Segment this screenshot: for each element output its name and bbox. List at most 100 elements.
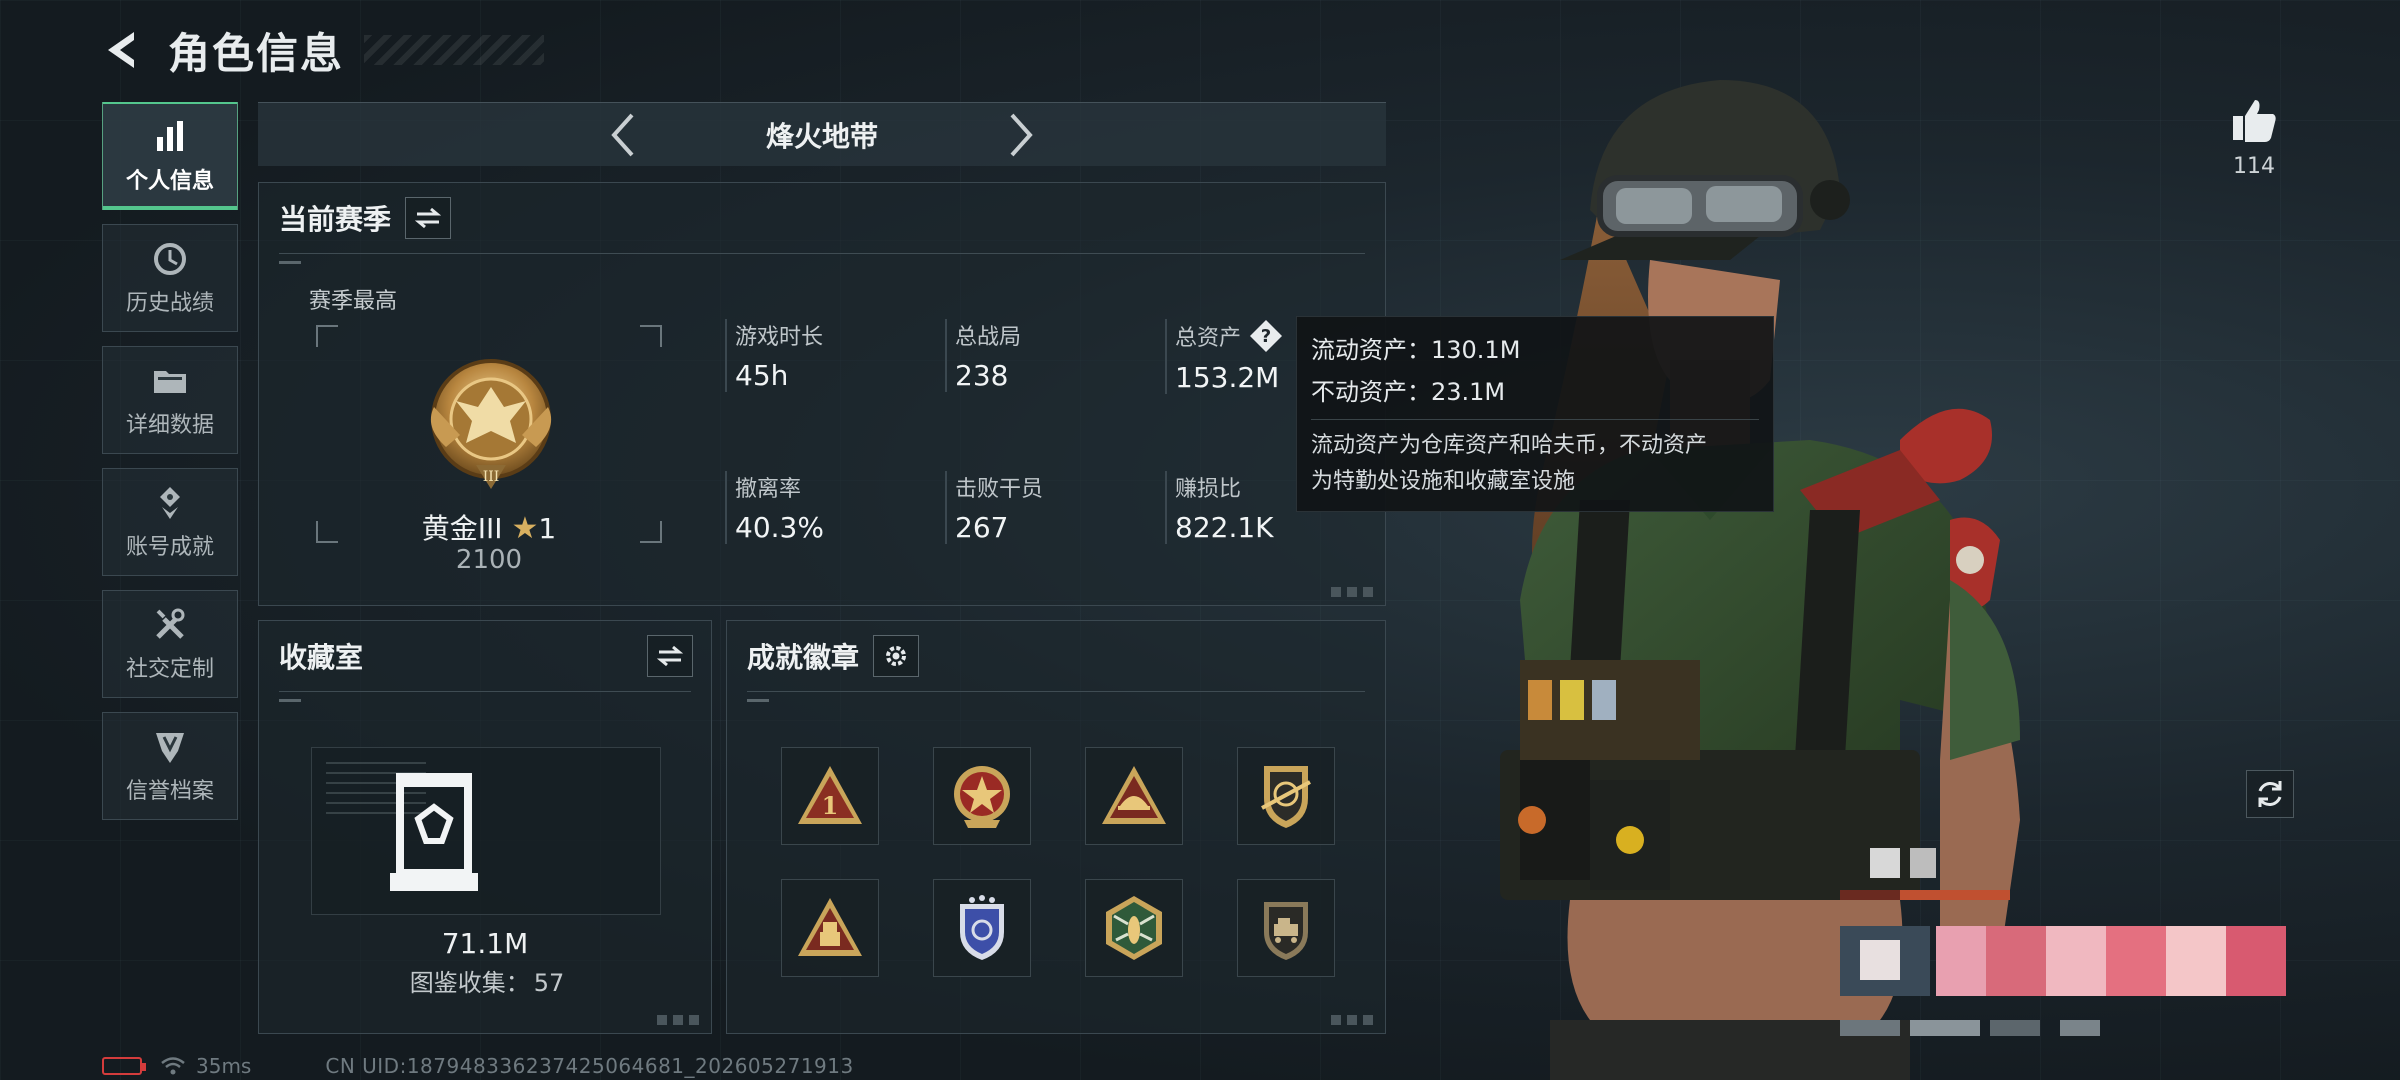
status-bar: 35ms CN UID:18794833623742506468­1_20260… <box>102 1054 854 1078</box>
star-icon: ★ <box>511 511 539 546</box>
collection-preview[interactable] <box>311 747 661 915</box>
rank-display: III 黄金III ★1 2100 <box>314 323 664 575</box>
tools-icon <box>156 608 185 639</box>
corner-decoration <box>657 1015 701 1025</box>
collection-count: 图鉴收集： 57 <box>409 969 565 997</box>
season-switch-button[interactable] <box>405 197 452 239</box>
soldier-badge-icon <box>798 898 862 956</box>
display-case-icon <box>390 773 478 891</box>
divider <box>279 253 1365 254</box>
corner-decoration <box>1331 1015 1375 1025</box>
swap-arrows-icon <box>657 645 683 667</box>
rank-score: 2100 <box>455 545 523 575</box>
achievement-icon <box>160 487 180 519</box>
thumbs-up-icon <box>2233 100 2276 142</box>
divider <box>747 691 1365 692</box>
ping-value: 35ms <box>196 1054 252 1078</box>
tooltip-description-line2: 为特勤处设施和收藏室设施 <box>1311 469 1576 494</box>
like-count: 114 <box>2233 154 2275 179</box>
shield-wings-badge-icon <box>960 895 1004 960</box>
sidebar-nav: 个人信息 历史战绩 详细数据 账号成就 社交定制 信誉档案 <box>102 102 238 834</box>
mode-selector: 烽火地带 <box>258 102 1386 166</box>
sidebar-item-label: 账号成就 <box>125 535 214 560</box>
chevron-left-icon[interactable] <box>604 109 644 161</box>
helmet-badge-icon <box>1102 766 1166 824</box>
stat-play-time: 游戏时长 45h <box>725 319 925 392</box>
assets-tooltip: 流动资产：130.1M 不动资产：23.1M 流动资产为仓库资产和哈夫币，不动资… <box>1296 316 1774 512</box>
title-decoration <box>364 35 545 65</box>
battery-icon <box>102 1057 146 1075</box>
rank-1-badge-icon: 1 <box>798 766 862 824</box>
shield-emblem-icon <box>156 733 184 763</box>
divider-accent <box>279 261 301 264</box>
stat-operators-defeated: 击败干员 267 <box>945 471 1145 544</box>
target-crest-badge-icon <box>1261 766 1311 828</box>
vehicle-badge-icon <box>1264 902 1308 960</box>
sidebar-item-label: 历史战绩 <box>125 291 214 316</box>
stat-total-matches: 总战局 238 <box>945 319 1145 392</box>
collection-panel-title: 收藏室 <box>279 641 364 674</box>
collection-value: 71.1M <box>441 927 529 960</box>
rank-name: 黄金III ★1 <box>421 511 557 546</box>
sidebar-item-label: 个人信息 <box>125 169 214 194</box>
divider-accent <box>279 699 301 702</box>
back-arrow-icon[interactable] <box>100 28 144 72</box>
gold-rank-medal-icon: III <box>430 359 552 489</box>
sidebar-item-history[interactable]: 历史战绩 <box>102 224 238 332</box>
wasp-badge-icon <box>1106 896 1162 960</box>
badges-settings-button[interactable] <box>873 635 920 677</box>
badge-slot[interactable] <box>781 879 879 977</box>
badge-slot[interactable] <box>933 747 1031 845</box>
stat-extraction-rate: 撤离率 40.3% <box>725 471 925 544</box>
svg-text:III: III <box>483 469 500 485</box>
tooltip-liquid-assets: 流动资产：130.1M <box>1311 336 1521 364</box>
red-star-badge-icon <box>954 766 1010 828</box>
sidebar-item-label: 社交定制 <box>125 657 214 682</box>
badge-slot[interactable] <box>1237 747 1335 845</box>
sidebar-item-achievements[interactable]: 账号成就 <box>102 468 238 576</box>
wifi-icon <box>161 1057 185 1075</box>
rotate-model-button[interactable] <box>2246 770 2294 818</box>
season-best-label: 赛季最高 <box>309 289 398 314</box>
swap-arrows-icon <box>415 207 442 229</box>
season-panel-title: 当前赛季 <box>279 203 392 236</box>
sidebar-item-social[interactable]: 社交定制 <box>102 590 238 698</box>
corner-decoration <box>1331 587 1375 597</box>
badges-panel-title: 成就徽章 <box>747 641 860 674</box>
pixelated-name-area <box>1840 830 2300 1050</box>
tooltip-fixed-assets: 不动资产：23.1M <box>1311 378 1506 406</box>
badge-grid: 1 <box>781 747 1335 977</box>
sidebar-item-personal-info[interactable]: 个人信息 <box>102 102 238 210</box>
collection-panel: 收藏室 71.1M 图鉴收集： 57 <box>258 620 712 1034</box>
mode-title: 烽火地带 <box>765 119 878 153</box>
sidebar-item-label: 详细数据 <box>125 413 214 438</box>
player-uid: CN UID:18794833623742506468­1_2026052719… <box>325 1054 854 1078</box>
page-header: 角色信息 <box>100 20 545 80</box>
folder-icon <box>154 371 186 393</box>
gear-icon <box>886 646 907 666</box>
badge-slot[interactable] <box>1237 879 1335 977</box>
page-title: 角色信息 <box>168 28 345 78</box>
rank-star-count: 1 <box>538 512 557 545</box>
history-clock-icon <box>154 243 186 275</box>
divider <box>1311 419 1759 420</box>
sidebar-item-credit[interactable]: 信誉档案 <box>102 712 238 820</box>
divider <box>279 691 691 692</box>
season-panel: 当前赛季 赛季最高 III 黄金III ★1 2100 游戏时长 45h 总战局… <box>258 182 1386 606</box>
help-diamond-icon[interactable]: ? <box>1249 319 1283 353</box>
chevron-right-icon[interactable] <box>1000 109 1040 161</box>
badge-slot[interactable] <box>933 879 1031 977</box>
badge-slot[interactable] <box>1085 879 1183 977</box>
collection-switch-button[interactable] <box>647 635 693 677</box>
sidebar-item-details[interactable]: 详细数据 <box>102 346 238 454</box>
badges-panel-header: 成就徽章 <box>747 635 920 677</box>
collection-panel-header: 收藏室 <box>279 635 693 677</box>
divider-accent <box>747 699 769 702</box>
svg-text:?: ? <box>1261 326 1271 347</box>
badge-slot[interactable]: 1 <box>781 747 879 845</box>
bar-chart-icon <box>157 121 183 151</box>
badge-slot[interactable] <box>1085 747 1183 845</box>
like-control[interactable]: 114 <box>2222 96 2286 179</box>
refresh-icon <box>2258 781 2282 807</box>
sidebar-item-label: 信誉档案 <box>125 779 214 804</box>
